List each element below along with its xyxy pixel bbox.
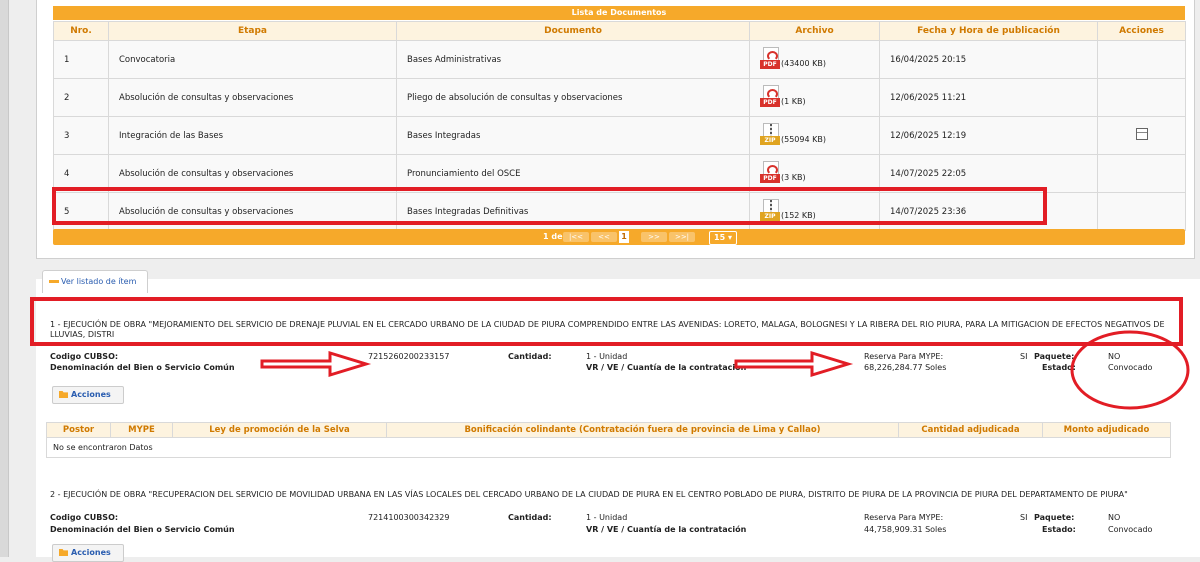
arrow-right-icon xyxy=(734,350,854,378)
arrow-right-icon xyxy=(260,350,372,378)
annotation-overlay xyxy=(260,330,1190,410)
highlight-circle-estado xyxy=(1070,330,1190,410)
